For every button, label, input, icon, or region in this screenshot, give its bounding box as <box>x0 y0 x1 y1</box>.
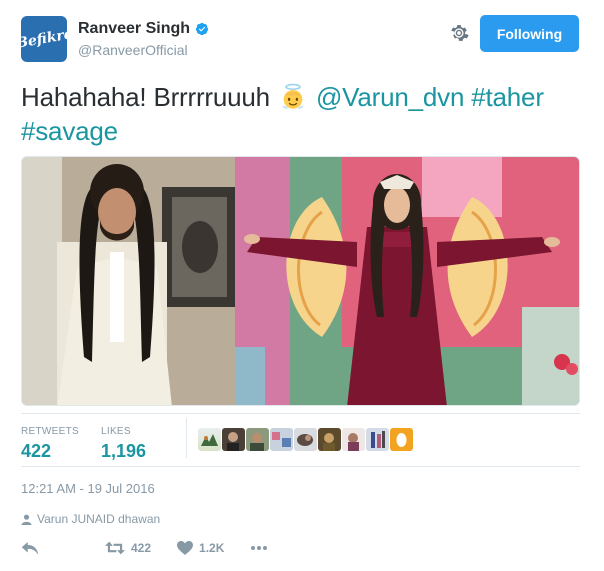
like-button[interactable]: 1.2K <box>177 541 224 555</box>
tweet-text-body: Hahahaha! Brrrrruuuh <box>21 82 270 112</box>
liker-avatar[interactable] <box>318 428 341 451</box>
liker-avatar[interactable] <box>390 428 413 451</box>
avatar-logo-text: Befikre <box>21 26 67 52</box>
divider-top <box>21 413 580 414</box>
context-line[interactable]: Varun JUNAID dhawan <box>21 512 160 526</box>
liker-avatar[interactable] <box>222 428 245 451</box>
liker-avatar[interactable] <box>270 428 293 451</box>
verified-badge-icon <box>195 22 209 36</box>
photo-collage <box>22 157 579 405</box>
reply-icon <box>21 542 39 555</box>
more-dots-icon <box>251 546 268 550</box>
liker-avatar[interactable] <box>342 428 365 451</box>
likes-stat[interactable]: LIKES 1,196 <box>101 426 146 462</box>
user-name-block: Ranveer Singh @RanveerOfficial <box>78 20 209 58</box>
reply-button[interactable] <box>21 540 39 556</box>
liker-avatar[interactable] <box>198 428 221 451</box>
retweets-stat[interactable]: RETWEETS 422 <box>21 426 79 462</box>
retweet-button[interactable]: 422 <box>105 541 151 555</box>
divider-middle <box>21 466 580 467</box>
avatar[interactable]: Befikre <box>21 16 67 62</box>
tweet-text: Hahahaha! Brrrrruuuh @Varun_dvn #taher #… <box>21 80 581 148</box>
gear-icon[interactable] <box>448 22 470 44</box>
retweets-count[interactable]: 422 <box>21 441 79 462</box>
retweet-count: 422 <box>131 541 152 555</box>
tweet-media-photo[interactable] <box>21 156 580 406</box>
retweets-label: RETWEETS <box>21 426 79 437</box>
hashtag-link-savage[interactable]: #savage <box>21 116 118 146</box>
mention-link[interactable]: @Varun_dvn <box>316 82 464 112</box>
liker-avatar[interactable] <box>366 428 389 451</box>
angel-emoji-icon <box>282 83 304 109</box>
more-button[interactable] <box>250 545 268 551</box>
person-icon <box>21 514 32 525</box>
liker-avatars <box>198 428 413 451</box>
liker-avatar[interactable] <box>294 428 317 451</box>
display-name-row[interactable]: Ranveer Singh <box>78 20 209 38</box>
likes-count[interactable]: 1,196 <box>101 441 146 462</box>
retweet-icon <box>105 541 125 555</box>
user-handle[interactable]: @RanveerOfficial <box>78 42 209 58</box>
hashtag-link-taher[interactable]: #taher <box>471 82 544 112</box>
display-name[interactable]: Ranveer Singh <box>78 20 190 38</box>
following-button[interactable]: Following <box>480 15 579 52</box>
like-count: 1.2K <box>199 541 225 555</box>
likes-label: LIKES <box>101 426 131 437</box>
tweet-timestamp[interactable]: 12:21 AM - 19 Jul 2016 <box>21 481 155 496</box>
context-text: Varun JUNAID dhawan <box>37 512 161 526</box>
liker-avatar[interactable] <box>246 428 269 451</box>
heart-icon <box>177 541 194 555</box>
tweet-actions: 422 1.2K <box>21 538 268 558</box>
stats-separator <box>186 418 187 458</box>
